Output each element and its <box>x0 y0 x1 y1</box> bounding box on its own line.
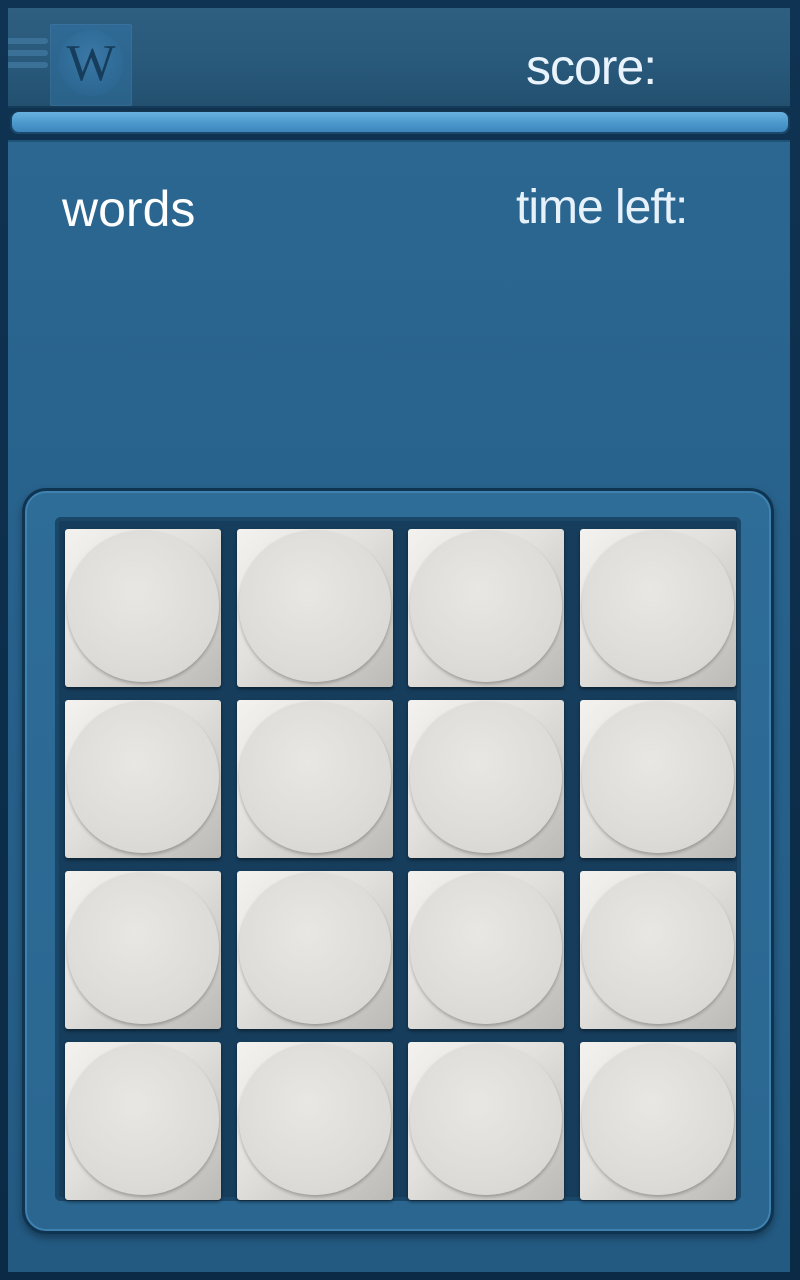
tile-letter <box>65 700 221 858</box>
tile-letter <box>237 871 393 1029</box>
letter-tile[interactable] <box>579 700 736 858</box>
letter-tile[interactable] <box>408 529 564 687</box>
words-label: words <box>62 181 196 237</box>
tile-letter <box>408 871 564 1029</box>
time-progress-fill <box>12 112 788 132</box>
score-label: score: <box>526 39 657 95</box>
tile-letter <box>408 529 564 687</box>
letter-tile[interactable] <box>236 871 393 1029</box>
tile-letter <box>237 529 393 687</box>
tile-grid <box>55 517 741 1201</box>
letter-tile[interactable] <box>65 1042 221 1200</box>
app-frame: W score: words time left: <box>0 0 800 1280</box>
tile-letter <box>237 700 393 858</box>
time-progress-bar <box>10 110 790 134</box>
tile-letter <box>580 529 736 687</box>
letter-tile[interactable] <box>579 1042 736 1200</box>
letter-tile[interactable] <box>579 871 736 1029</box>
tile-letter <box>408 700 564 858</box>
tile-letter <box>580 700 736 858</box>
letter-tile[interactable] <box>65 529 221 687</box>
letter-tile[interactable] <box>236 1042 393 1200</box>
tile-letter <box>237 1042 393 1200</box>
tile-letter <box>65 871 221 1029</box>
time-left-label: time left: <box>516 181 688 234</box>
letter-tile[interactable] <box>408 871 564 1029</box>
letter-tile[interactable] <box>579 529 736 687</box>
tile-letter <box>65 1042 221 1200</box>
letter-tile[interactable] <box>408 1042 564 1200</box>
letter-tile[interactable] <box>236 529 393 687</box>
tile-letter <box>580 871 736 1029</box>
top-bar: W score: <box>8 8 790 108</box>
letter-tile[interactable] <box>65 871 221 1029</box>
tile-letter <box>580 1042 736 1200</box>
letter-tile[interactable] <box>65 700 221 858</box>
menu-lines-icon[interactable] <box>8 38 48 82</box>
tile-letter <box>65 529 221 687</box>
letter-tile[interactable] <box>408 700 564 858</box>
logo-letter: W <box>58 30 124 96</box>
logo-w-icon[interactable]: W <box>50 24 132 106</box>
letter-board <box>22 488 774 1234</box>
letter-tile[interactable] <box>236 700 393 858</box>
tile-letter <box>408 1042 564 1200</box>
